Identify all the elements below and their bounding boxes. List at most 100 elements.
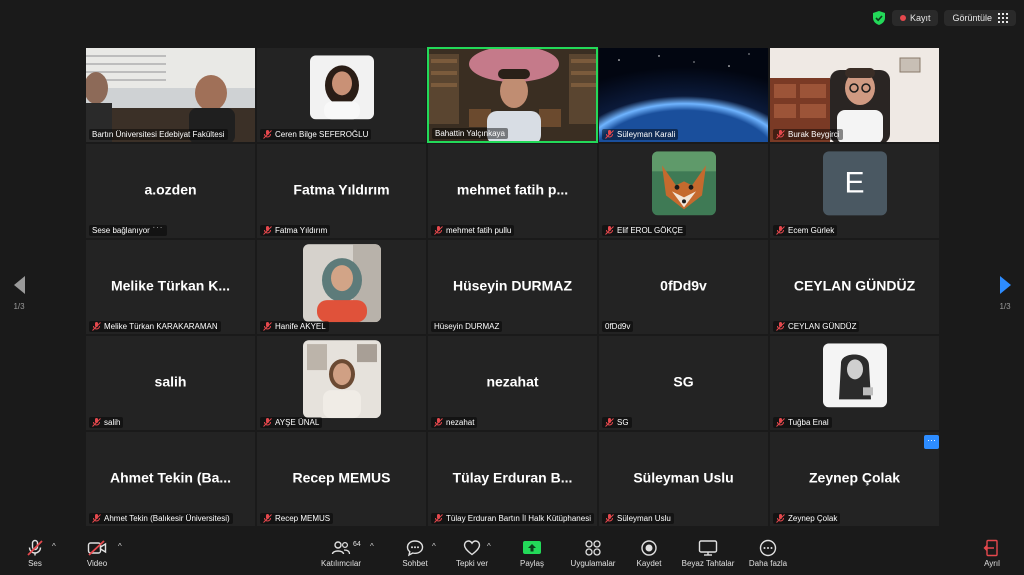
recording-indicator[interactable]: Kayıt [891, 10, 939, 26]
participant-tile[interactable]: CEYLAN GÜNDÜZ CEYLAN GÜNDÜZ [769, 239, 940, 335]
chat-icon [406, 540, 424, 557]
record-label: Kaydet [636, 559, 662, 568]
previous-page-button[interactable]: 1/3 [4, 276, 34, 311]
participant-display-name: Zeynep Çolak [808, 469, 901, 486]
page-indicator-right: 1/3 [999, 302, 1011, 311]
participant-name-label: Fatma Yıldırım [260, 225, 331, 236]
participant-tile[interactable]: Fatma Yıldırım Fatma Yıldırım [256, 143, 427, 239]
share-label: Paylaş [519, 559, 544, 568]
apps-button[interactable]: Uygulamalar [563, 539, 623, 568]
participant-tile[interactable]: Süleyman Karali [598, 47, 769, 143]
participant-name-label: mehmet fatih pullu [431, 225, 515, 236]
participant-tile[interactable]: SG SG [598, 335, 769, 431]
participant-display-name: Süleyman Uslu [633, 469, 734, 486]
mic-muted-icon [263, 322, 272, 331]
participant-tile[interactable]: E Ecem Gürlek [769, 143, 940, 239]
participant-name-label: SG [602, 417, 632, 428]
mic-muted-icon [92, 418, 101, 427]
view-button[interactable]: Görüntüle [944, 10, 1016, 26]
participant-name-label: Ceren Bilge SEFEROĞLU [260, 129, 372, 140]
mic-muted-icon [27, 539, 43, 556]
participant-tile[interactable]: nezahat nezahat [427, 335, 598, 431]
profile-photo [822, 343, 887, 408]
participant-display-name: Melike Türkan K... [110, 277, 231, 294]
participant-tile[interactable]: a.ozden Sese bağlanıyor ˙˙˙ [85, 143, 256, 239]
participant-display-name: Recep MEMUS [292, 469, 391, 486]
participant-name-label: 0fDd9v [602, 321, 634, 332]
top-bar: Kayıt Görüntüle [0, 0, 1024, 36]
participant-name-label: Süleyman Uslu [602, 513, 674, 524]
profile-photo [302, 244, 381, 323]
participant-tile[interactable]: Ahmet Tekin (Ba... Ahmet Tekin (Balıkesi… [85, 431, 256, 527]
participant-tile[interactable]: Hanife AKYEL [256, 239, 427, 335]
active-speaker-tile[interactable]: Bahattin Yalçınkaya [427, 47, 598, 143]
participant-tile[interactable]: mehmet fatih p... mehmet fatih pullu [427, 143, 598, 239]
leave-button[interactable]: Ayrıl [962, 539, 1022, 568]
video-label: Video [86, 559, 108, 568]
participant-tile[interactable]: salih salih [85, 335, 256, 431]
participant-tile[interactable]: Melike Türkan K... Melike Türkan KARAKAR… [85, 239, 256, 335]
participants-options-caret[interactable]: ^ [370, 542, 374, 551]
record-icon [641, 540, 657, 556]
reactions-label: Tepki ver [455, 559, 488, 568]
chat-options-caret[interactable]: ^ [432, 542, 436, 551]
arrow-right-icon [999, 276, 1011, 294]
whiteboards-label: Beyaz Tahtalar [681, 559, 735, 568]
participant-tile[interactable]: Tuğba Enal [769, 335, 940, 431]
camera-off-icon [87, 540, 107, 556]
chat-button[interactable]: Sohbet [385, 539, 445, 568]
participant-name-label: Tuğba Enal [773, 417, 832, 428]
audio-button[interactable]: Ses [5, 539, 65, 568]
connecting-audio-icon: ˙˙˙ [152, 226, 164, 235]
mic-muted-icon [776, 322, 785, 331]
participant-tile[interactable]: AYŞE ÜNAL [256, 335, 427, 431]
next-page-button[interactable]: 1/3 [990, 276, 1020, 311]
participant-tile[interactable]: Hüseyin DURMAZ Hüseyin DURMAZ [427, 239, 598, 335]
meeting-toolbar: Ses ^ Video ^ Katılımcılar 64 ^ Sohbet ^… [0, 535, 1024, 575]
participant-display-name: Fatma Yıldırım [293, 181, 390, 198]
reactions-button[interactable]: Tepki ver [442, 539, 502, 568]
participant-display-name: a.ozden [144, 181, 197, 198]
participant-tile[interactable]: Recep MEMUS Recep MEMUS [256, 431, 427, 527]
reactions-options-caret[interactable]: ^ [487, 542, 491, 551]
mic-muted-icon [605, 130, 614, 139]
participants-icon [331, 541, 351, 555]
participant-name-label: Ecem Gürlek [773, 225, 838, 236]
mic-muted-icon [605, 226, 614, 235]
mic-muted-icon [776, 514, 785, 523]
record-button[interactable]: Kaydet [619, 539, 679, 568]
participant-tile[interactable]: Tülay Erduran B... Tülay Erduran Bartın … [427, 431, 598, 527]
more-button[interactable]: Daha fazla [738, 539, 798, 568]
top-right-controls: Kayıt Görüntüle [872, 10, 1016, 26]
mic-muted-icon [263, 130, 272, 139]
participant-tile[interactable]: Burak Beygirci [769, 47, 940, 143]
participant-name-label: Elif EROL GÖKÇE [602, 225, 686, 236]
apps-label: Uygulamalar [570, 559, 616, 568]
participant-tile[interactable]: Elif EROL GÖKÇE [598, 143, 769, 239]
tile-more-options-button[interactable]: ··· [924, 435, 939, 449]
mic-muted-icon [776, 226, 785, 235]
share-screen-button[interactable]: Paylaş [502, 539, 562, 568]
video-options-caret[interactable]: ^ [118, 542, 122, 551]
participant-tile[interactable]: Ceren Bilge SEFEROĞLU [256, 47, 427, 143]
mic-muted-icon [263, 418, 272, 427]
mic-muted-icon [605, 514, 614, 523]
heart-icon [463, 540, 481, 556]
participant-tile[interactable]: Zeynep Çolak Zeynep Çolak [769, 431, 940, 527]
participant-name-label: nezahat [431, 417, 478, 428]
avatar-initial: E [822, 151, 887, 216]
mic-muted-icon [92, 514, 101, 523]
participant-display-name: Tülay Erduran B... [452, 469, 573, 486]
participant-tile[interactable]: Süleyman Uslu Süleyman Uslu [598, 431, 769, 527]
mic-muted-icon [776, 418, 785, 427]
participant-display-name: 0fDd9v [660, 277, 707, 294]
whiteboards-button[interactable]: Beyaz Tahtalar [678, 539, 738, 568]
participants-button[interactable]: Katılımcılar [311, 539, 371, 568]
participant-tile[interactable]: Bartın Üniversitesi Edebiyat Fakültesi [85, 47, 256, 143]
shield-check-icon[interactable] [872, 10, 886, 26]
participant-name-label: CEYLAN GÜNDÜZ [773, 321, 860, 332]
participant-name-label: AYŞE ÜNAL [260, 417, 323, 428]
participant-tile[interactable]: 0fDd9v 0fDd9v [598, 239, 769, 335]
participant-name-label: Burak Beygirci [773, 129, 843, 140]
audio-options-caret[interactable]: ^ [52, 542, 56, 551]
